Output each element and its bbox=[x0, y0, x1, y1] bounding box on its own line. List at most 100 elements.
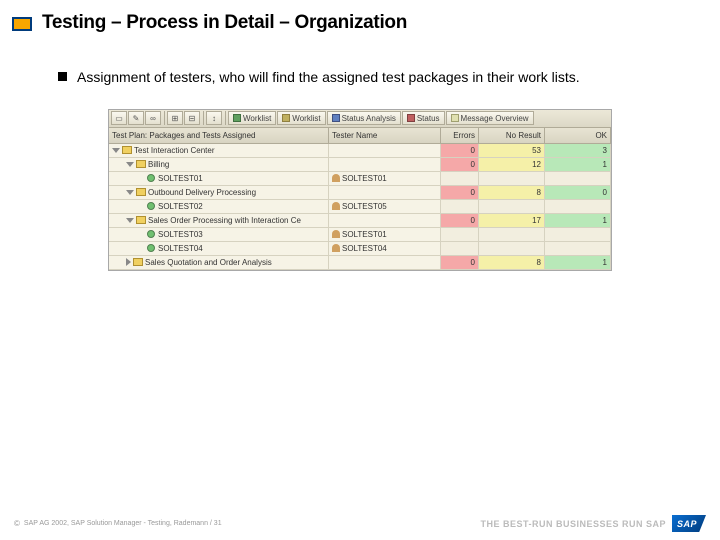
errors-cell bbox=[441, 242, 479, 255]
row-label: SOLTEST03 bbox=[158, 230, 203, 239]
title-accent-box bbox=[12, 17, 32, 31]
table-row[interactable]: Sales Quotation and Order Analysis081 bbox=[109, 256, 611, 270]
folder-icon bbox=[133, 258, 143, 266]
table-row[interactable]: SOLTEST03SOLTEST01 bbox=[109, 228, 611, 242]
copyright-icon: © bbox=[14, 519, 20, 528]
toolbar-doc-icon[interactable]: ▭ bbox=[111, 111, 127, 125]
expand-open-icon[interactable] bbox=[126, 162, 134, 167]
errors-cell: 0 bbox=[441, 144, 479, 157]
folder-icon bbox=[136, 216, 146, 224]
row-label: Outbound Delivery Processing bbox=[148, 188, 256, 197]
tree-cell[interactable]: SOLTEST04 bbox=[109, 242, 329, 255]
table-row[interactable]: Billing0121 bbox=[109, 158, 611, 172]
toolbar-worklist2-button[interactable]: Worklist bbox=[277, 111, 325, 125]
tree-cell[interactable]: SOLTEST01 bbox=[109, 172, 329, 185]
ok-cell: 1 bbox=[545, 214, 611, 227]
info-icon bbox=[407, 114, 415, 122]
warning-icon bbox=[451, 114, 459, 122]
tree-cell[interactable]: SOLTEST02 bbox=[109, 200, 329, 213]
tree-cell[interactable]: Sales Order Processing with Interaction … bbox=[109, 214, 329, 227]
tester-name: SOLTEST05 bbox=[342, 202, 387, 211]
folder-icon bbox=[136, 160, 146, 168]
person-icon bbox=[332, 174, 340, 182]
noresult-cell: 12 bbox=[479, 158, 545, 171]
toolbar-status-button[interactable]: Status bbox=[402, 111, 445, 125]
col-header-errors[interactable]: Errors bbox=[441, 128, 479, 143]
errors-cell bbox=[441, 228, 479, 241]
title-bar: Testing – Process in Detail – Organizati… bbox=[0, 0, 720, 42]
tester-cell bbox=[329, 158, 441, 171]
tester-cell bbox=[329, 186, 441, 199]
errors-cell: 0 bbox=[441, 214, 479, 227]
ok-cell: 3 bbox=[545, 144, 611, 157]
slide-footer: © SAP AG 2002, SAP Solution Manager - Te… bbox=[0, 515, 720, 532]
row-label: SOLTEST02 bbox=[158, 202, 203, 211]
col-header-ok[interactable]: OK bbox=[545, 128, 611, 143]
sap-screenshot: ▭ ✎ ∞ ⊞ ⊟ ↕ Worklist Worklist Status Ana… bbox=[108, 109, 612, 271]
table-row[interactable]: SOLTEST02 SOLTEST05 bbox=[109, 200, 611, 214]
package-icon bbox=[147, 230, 155, 238]
table-row[interactable]: SOLTEST01 SOLTEST01 bbox=[109, 172, 611, 186]
errors-cell: 0 bbox=[441, 158, 479, 171]
expand-closed-icon[interactable] bbox=[126, 258, 131, 266]
col-header-tester[interactable]: Tester Name bbox=[329, 128, 441, 143]
noresult-cell bbox=[479, 172, 545, 185]
expand-open-icon[interactable] bbox=[126, 218, 134, 223]
table-row[interactable]: Sales Order Processing with Interaction … bbox=[109, 214, 611, 228]
noresult-cell bbox=[479, 200, 545, 213]
tree-cell[interactable]: Test Interaction Center bbox=[109, 144, 329, 157]
toolbar-status-analysis-button[interactable]: Status Analysis bbox=[327, 111, 401, 125]
bullet-section: Assignment of testers, who will find the… bbox=[0, 42, 720, 87]
toolbar-tree-icon[interactable]: ⊞ bbox=[167, 111, 183, 125]
table-row[interactable]: Outbound Delivery Processing080 bbox=[109, 186, 611, 200]
ok-cell bbox=[545, 228, 611, 241]
package-icon bbox=[147, 244, 155, 252]
tagline-text: THE BEST-RUN BUSINESSES RUN SAP bbox=[480, 519, 666, 529]
tree-cell[interactable]: Billing bbox=[109, 158, 329, 171]
tree-grid: Test Interaction Center0533Billing0121SO… bbox=[109, 144, 611, 270]
errors-cell: 0 bbox=[441, 256, 479, 269]
expand-open-icon[interactable] bbox=[112, 148, 120, 153]
tester-cell bbox=[329, 256, 441, 269]
copyright-text: SAP AG 2002, SAP Solution Manager - Test… bbox=[24, 520, 222, 527]
tester-cell: SOLTEST04 bbox=[329, 242, 441, 255]
ok-cell bbox=[545, 200, 611, 213]
table-row[interactable]: Test Interaction Center 0533 bbox=[109, 144, 611, 158]
tester-cell: SOLTEST01 bbox=[329, 172, 441, 185]
errors-cell: 0 bbox=[441, 186, 479, 199]
tree-cell[interactable]: Outbound Delivery Processing bbox=[109, 186, 329, 199]
toolbar-message-overview-button[interactable]: Message Overview bbox=[446, 111, 534, 125]
folder-icon bbox=[122, 146, 132, 154]
row-label: Test Interaction Center bbox=[134, 146, 214, 155]
toolbar-separator bbox=[164, 111, 165, 125]
toolbar-list-icon[interactable]: ⊟ bbox=[184, 111, 200, 125]
col-header-noresult[interactable]: No Result bbox=[479, 128, 545, 143]
row-label: SOLTEST04 bbox=[158, 244, 203, 253]
expand-open-icon[interactable] bbox=[126, 190, 134, 195]
tester-cell bbox=[329, 214, 441, 227]
row-label: Sales Order Processing with Interaction … bbox=[148, 216, 301, 225]
person-icon bbox=[332, 202, 340, 210]
toolbar-sort-icon[interactable]: ↕ bbox=[206, 111, 222, 125]
col-header-tree[interactable]: Test Plan: Packages and Tests Assigned bbox=[109, 128, 329, 143]
row-label: SOLTEST01 bbox=[158, 174, 203, 183]
btn-label: Worklist bbox=[243, 114, 271, 123]
person-icon bbox=[233, 114, 241, 122]
column-header-row: Test Plan: Packages and Tests Assigned T… bbox=[109, 128, 611, 144]
tree-cell[interactable]: Sales Quotation and Order Analysis bbox=[109, 256, 329, 269]
tester-cell: SOLTEST05 bbox=[329, 200, 441, 213]
noresult-cell: 8 bbox=[479, 186, 545, 199]
toolbar-glasses-icon[interactable]: ∞ bbox=[145, 111, 161, 125]
tester-name: SOLTEST04 bbox=[342, 244, 387, 253]
errors-cell bbox=[441, 200, 479, 213]
noresult-cell: 8 bbox=[479, 256, 545, 269]
noresult-cell: 53 bbox=[479, 144, 545, 157]
toolbar-pencil-icon[interactable]: ✎ bbox=[128, 111, 144, 125]
noresult-cell bbox=[479, 228, 545, 241]
ok-cell bbox=[545, 172, 611, 185]
tree-cell[interactable]: SOLTEST03 bbox=[109, 228, 329, 241]
toolbar-worklist-button[interactable]: Worklist bbox=[228, 111, 276, 125]
btn-label: Status bbox=[417, 114, 440, 123]
tester-name: SOLTEST01 bbox=[342, 174, 387, 183]
table-row[interactable]: SOLTEST04 SOLTEST04 bbox=[109, 242, 611, 256]
